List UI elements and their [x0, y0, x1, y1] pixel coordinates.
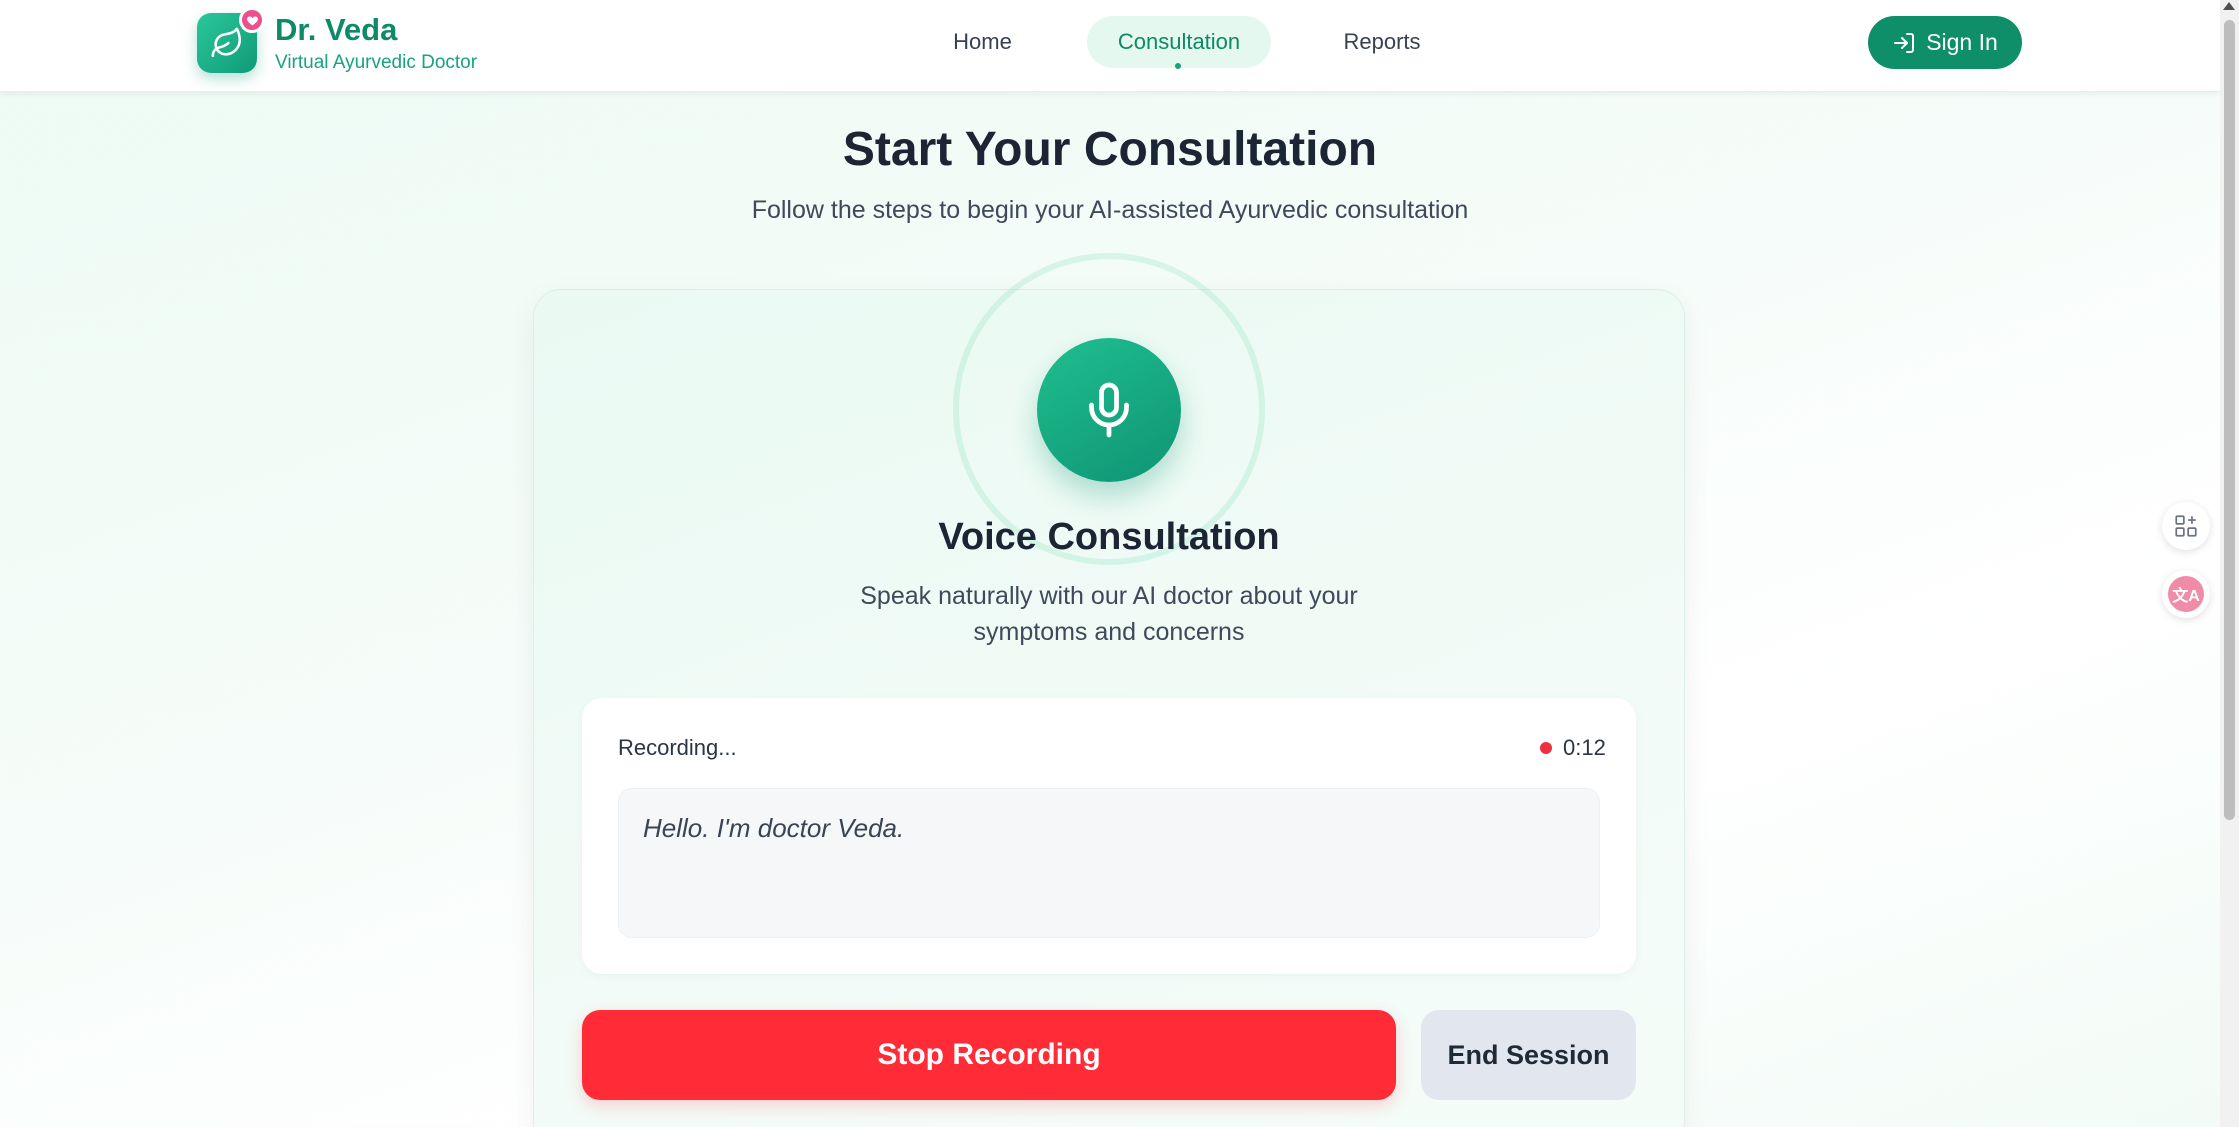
transcript-box: Hello. I'm doctor Veda.: [618, 788, 1600, 938]
translate-icon: 文A: [2168, 576, 2204, 612]
heart-badge: [239, 7, 265, 33]
leaf-icon: [211, 27, 242, 58]
voice-consultation-description: Speak naturally with our AI doctor about…: [860, 582, 1358, 646]
microphone-button[interactable]: [1037, 338, 1181, 482]
page-title: Start Your Consultation: [842, 123, 1378, 176]
brand-tagline: Virtual Ayurvedic Doctor: [275, 52, 478, 73]
nav-consultation[interactable]: Consultation: [1087, 16, 1271, 68]
scrollbar-thumb[interactable]: [2224, 20, 2235, 820]
recording-indicator-dot: [1540, 742, 1552, 754]
brand-name[interactable]: Dr. Veda: [275, 12, 397, 48]
stop-recording-button[interactable]: Stop Recording: [582, 1010, 1396, 1100]
microphone-icon: [1089, 382, 1129, 438]
apps-tool-button[interactable]: [2162, 502, 2210, 550]
translate-tool-button[interactable]: 文A: [2162, 570, 2210, 618]
sign-in-button[interactable]: Sign In: [1868, 16, 2022, 69]
recording-timer: 0:12: [1563, 735, 1606, 760]
scroll-up-arrow-icon[interactable]: [2223, 2, 2235, 10]
active-nav-indicator: [1175, 63, 1181, 69]
transcript-text: Hello. I'm doctor Veda.: [643, 813, 905, 843]
heart-icon: [246, 15, 258, 25]
nav-home[interactable]: Home: [930, 16, 1035, 68]
page-subtitle: Follow the steps to begin your AI-assist…: [751, 196, 1469, 224]
sign-in-label: Sign In: [1926, 29, 1998, 55]
end-session-button[interactable]: End Session: [1421, 1010, 1636, 1100]
login-arrow-icon: [1894, 32, 1915, 53]
recording-status: Recording...: [618, 735, 737, 760]
voice-consultation-title: Voice Consultation: [938, 516, 1280, 558]
nav-reports[interactable]: Reports: [1322, 16, 1442, 68]
apps-add-icon: [2175, 515, 2197, 537]
